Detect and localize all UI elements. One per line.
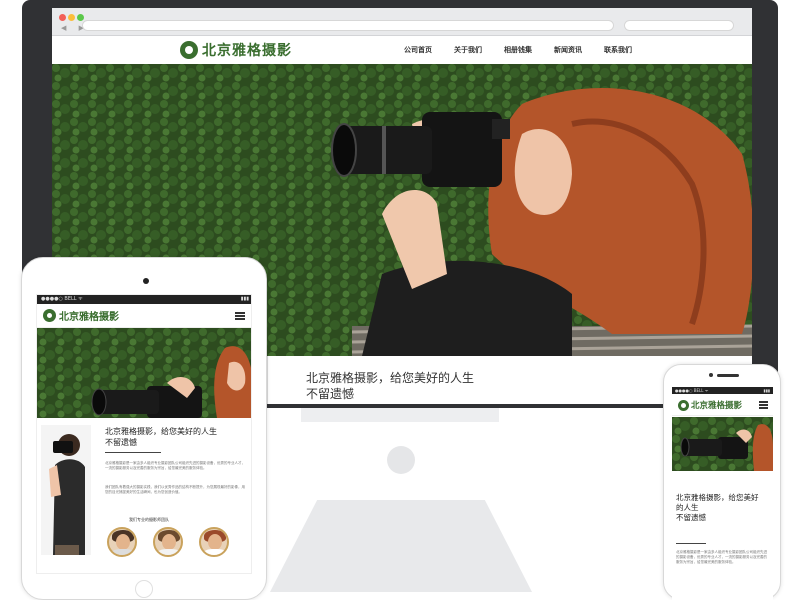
intro-title-line1: 北京雅格摄影，给您美好的人生 bbox=[306, 371, 475, 385]
site-logo[interactable]: 北京雅格摄影 bbox=[180, 39, 292, 61]
camera-aperture-icon bbox=[180, 41, 198, 59]
tablet-camera-icon bbox=[143, 278, 149, 284]
divider bbox=[105, 452, 161, 453]
tablet-logo[interactable]: 北京雅格摄影 bbox=[43, 308, 119, 323]
battery-icon: ▮▮▮ bbox=[240, 296, 249, 302]
phone-site-header: 北京雅格摄影 bbox=[672, 394, 773, 416]
phone-intro-title: 北京雅格摄影，给您美好 的人生 不留遗憾 bbox=[676, 493, 771, 523]
nav-item-news[interactable]: 新闻资讯 bbox=[554, 45, 582, 55]
tablet-logo-text: 北京雅格摄影 bbox=[59, 312, 119, 323]
responsive-website-mockup: ◀ ▶ 北京雅格摄影 公司首页 关于我们 相册钱集 新闻资讯 联系我们 北京雅格… bbox=[0, 0, 800, 600]
signal-status: ●●●●○ BELL ᯤ bbox=[41, 296, 83, 302]
nav-item-home[interactable]: 公司首页 bbox=[404, 45, 432, 55]
address-bar[interactable] bbox=[82, 20, 614, 31]
team-member-avatar[interactable] bbox=[199, 527, 229, 557]
nav-item-albums[interactable]: 相册钱集 bbox=[504, 45, 532, 55]
tablet-intro-paragraph-2: 我们团队有着强大的摄影实践，我们以优秀作品的结构不断提升，为您展现最好的影像，用… bbox=[105, 485, 245, 494]
phone-device: ●●●●○ BELL ᯤ ▮▮▮ 北京雅格摄影 北京雅格摄影，给您美好 的人生 … bbox=[663, 364, 781, 600]
maximize-window-icon[interactable] bbox=[77, 14, 84, 21]
monitor-stand-base bbox=[270, 500, 532, 592]
intro-title: 北京雅格摄影，给您美好的人生 不留遗憾 bbox=[306, 370, 474, 402]
shirt bbox=[157, 549, 181, 555]
phone-status-bar: ●●●●○ BELL ᯤ ▮▮▮ bbox=[672, 387, 773, 394]
logo-text: 北京雅格摄影 bbox=[202, 43, 292, 59]
minimize-window-icon[interactable] bbox=[68, 14, 75, 21]
phone-title-line1: 北京雅格摄影，给您美好 bbox=[676, 493, 759, 502]
face bbox=[162, 534, 176, 550]
browser-search-input[interactable] bbox=[624, 20, 734, 31]
browser-toolbar: ◀ ▶ bbox=[52, 8, 752, 36]
signal-status: ●●●●○ BELL ᯤ bbox=[675, 388, 709, 393]
phone-logo-text: 北京雅格摄影 bbox=[691, 401, 743, 411]
intro-title-line2: 不留遗憾 bbox=[306, 387, 355, 401]
tablet-title-line1: 北京雅格摄影，给您美好的人生 bbox=[105, 427, 217, 436]
phone-screen: ●●●●○ BELL ᯤ ▮▮▮ 北京雅格摄影 北京雅格摄影，给您美好 的人生 … bbox=[672, 387, 773, 600]
phone-intro-paragraph: 北京雅格摄影是一家由多人组织专业摄影团队公司组织先进的摄影设备，优秀的专业人才，… bbox=[676, 550, 767, 564]
tablet-site-header: 北京雅格摄影 bbox=[37, 304, 251, 328]
hamburger-menu-icon[interactable] bbox=[759, 401, 768, 409]
tablet-home-button[interactable] bbox=[135, 580, 153, 598]
tablet-status-bar: ●●●●○ BELL ᯤ ▮▮▮ bbox=[37, 295, 251, 304]
phone-title-line3: 不留遗憾 bbox=[676, 513, 706, 522]
tablet-intro-title: 北京雅格摄影，给您美好的人生 不留遗憾 bbox=[105, 426, 245, 448]
phone-title-line2: 的人生 bbox=[676, 503, 699, 512]
monitor-power-button bbox=[387, 446, 415, 474]
close-window-icon[interactable] bbox=[59, 14, 66, 21]
nav-item-about[interactable]: 关于我们 bbox=[454, 45, 482, 55]
phone-speaker bbox=[717, 374, 739, 377]
tablet-title-line2: 不留遗憾 bbox=[105, 438, 137, 447]
tablet-side-photo bbox=[41, 425, 91, 555]
tablet-photographer-illustration bbox=[37, 328, 251, 418]
shirt bbox=[203, 549, 227, 555]
team-member-avatar[interactable] bbox=[107, 527, 137, 557]
tablet-intro-paragraph-1: 北京雅格摄影是一家由多人组织专业摄影团队公司组织先进的摄影设备，优秀的专业人才，… bbox=[105, 461, 245, 470]
tablet-screen: ●●●●○ BELL ᯤ ▮▮▮ 北京雅格摄影 北京雅格摄影，给您美好的人生 不… bbox=[36, 294, 252, 574]
site-header: 北京雅格摄影 公司首页 关于我们 相册钱集 新闻资讯 联系我们 bbox=[52, 36, 752, 64]
phone-camera-icon bbox=[709, 373, 713, 377]
divider bbox=[676, 543, 706, 544]
nav-item-contact[interactable]: 联系我们 bbox=[604, 45, 632, 55]
phone-photographer-illustration bbox=[672, 417, 773, 471]
monitor-stand-neck bbox=[301, 408, 499, 422]
hamburger-menu-icon[interactable] bbox=[235, 312, 245, 320]
battery-icon: ▮▮▮ bbox=[763, 388, 770, 393]
camera-aperture-icon bbox=[43, 309, 56, 322]
team-member-avatar[interactable] bbox=[153, 527, 183, 557]
main-nav: 公司首页 关于我们 相册钱集 新闻资讯 联系我们 bbox=[404, 45, 654, 55]
phone-logo[interactable]: 北京雅格摄影 bbox=[678, 399, 742, 411]
team-section-label: 我们专业的摄影师团队 bbox=[129, 517, 169, 522]
camera-aperture-icon bbox=[678, 399, 689, 411]
phone-hero-image bbox=[672, 417, 773, 471]
face bbox=[208, 534, 222, 550]
tablet-device: ●●●●○ BELL ᯤ ▮▮▮ 北京雅格摄影 北京雅格摄影，给您美好的人生 不… bbox=[21, 257, 267, 600]
tablet-hero-image bbox=[37, 328, 251, 418]
face bbox=[116, 534, 130, 550]
woman-photographer-illustration bbox=[41, 425, 91, 555]
shirt bbox=[111, 549, 135, 555]
